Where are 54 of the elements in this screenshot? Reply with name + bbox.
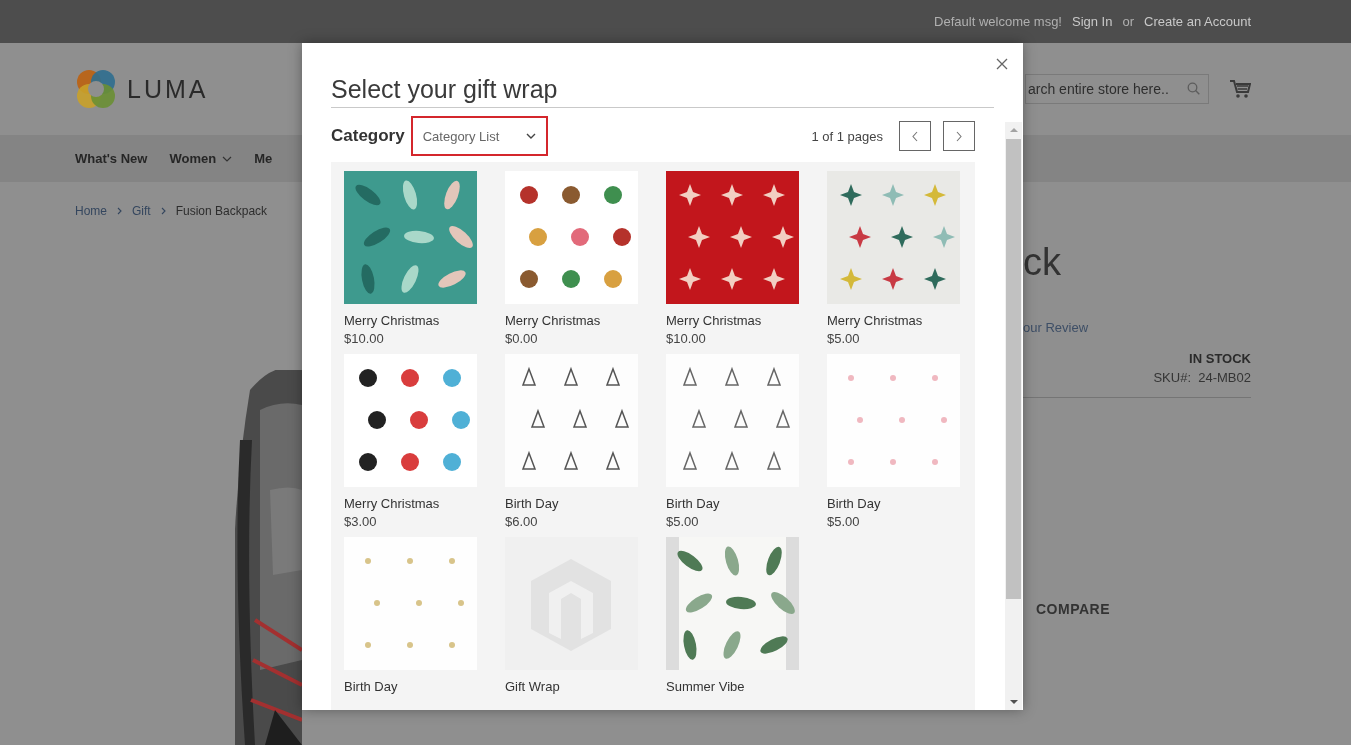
item-name: Merry Christmas (505, 312, 602, 330)
breadcrumb-link[interactable]: Home (75, 204, 107, 218)
nav-link[interactable]: What's New (75, 151, 148, 166)
sku-value: 24-MB02 (1198, 370, 1251, 385)
item-name: Merry Christmas (666, 312, 763, 330)
chevron-right-icon (160, 207, 166, 215)
cart-icon[interactable] (1229, 79, 1251, 99)
nav-link[interactable]: Me (254, 151, 273, 166)
review-link[interactable]: our Review (1023, 320, 1089, 335)
item-price: $3.00 (344, 513, 378, 531)
item-name: Birth Day (666, 495, 721, 513)
welcome-message: Default welcome msg! (934, 14, 1062, 29)
product-title: ck (1023, 240, 1062, 284)
item-name: Merry Christmas (344, 312, 441, 330)
category-select[interactable]: Category List (410, 116, 548, 156)
chevron-down-icon (222, 155, 233, 162)
item-price: $10.00 (344, 330, 385, 348)
chevron-down-icon (525, 133, 536, 139)
close-icon (996, 58, 1008, 70)
logo-icon[interactable] (75, 67, 117, 111)
nav-link[interactable]: Women (169, 151, 233, 166)
breadcrumb-link[interactable]: Gift (132, 204, 151, 218)
item-name: Merry Christmas (344, 495, 441, 513)
item-name: Birth Day (505, 495, 560, 513)
item-name: Merry Christmas (827, 312, 924, 330)
item-price: $5.00 (827, 330, 861, 348)
chevron-left-icon (912, 130, 918, 142)
sku-label: SKU#: (1153, 370, 1191, 385)
item-price: $5.00 (827, 513, 861, 531)
sign-in-link[interactable]: Sign In (1072, 14, 1113, 29)
chevron-right-icon (956, 130, 962, 142)
category-label: Category (331, 126, 405, 146)
item-name: Summer Vibe (666, 678, 746, 696)
breadcrumb-current: Fusion Backpack (175, 204, 268, 218)
next-page-button[interactable] (943, 121, 975, 151)
create-account-link[interactable]: Create an Account (1144, 14, 1251, 29)
item-price: $10.00 (666, 330, 707, 348)
page-count: 1 of 1 pages (811, 128, 883, 144)
logo-text[interactable]: LUMA (127, 74, 209, 104)
modal-title: Select your gift wrap (331, 71, 994, 108)
compare-link[interactable]: COMPARE (1036, 601, 1111, 617)
search-field[interactable]: arch entire store here.. (1025, 74, 1209, 104)
stock-status: IN STOCK (1188, 351, 1251, 366)
item-price: $0.00 (505, 330, 539, 348)
scrollbar[interactable] (1005, 122, 1022, 710)
chevron-right-icon (117, 207, 122, 215)
previous-page-button[interactable] (899, 121, 931, 151)
item-name: Birth Day (827, 495, 882, 513)
item-name: Gift Wrap (505, 678, 561, 696)
separator-text: or (1122, 14, 1135, 29)
item-price: $6.00 (505, 513, 539, 531)
search-icon[interactable] (1187, 82, 1200, 95)
item-name: Birth Day (344, 678, 399, 696)
item-price: $5.00 (666, 513, 700, 531)
